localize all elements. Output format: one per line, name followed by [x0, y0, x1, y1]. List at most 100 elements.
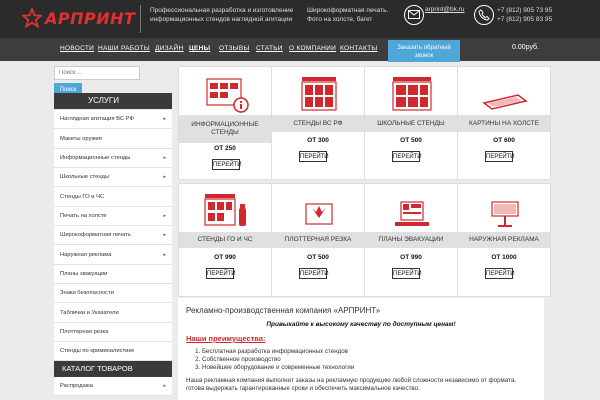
goto-button[interactable]: ПЕРЕЙТИ	[212, 159, 242, 170]
nav-item-news[interactable]: НОВОСТИ	[60, 45, 94, 52]
menu-item-label: Широкоформатная печать	[60, 232, 131, 239]
sidebar-item-weapon-models[interactable]: Макеты оружия	[54, 129, 172, 149]
menu-item-label: Печать на холсте	[60, 212, 107, 219]
menu-item-label: Макеты оружия	[60, 135, 102, 142]
services-header: УСЛУГИ	[54, 93, 172, 109]
goto-button[interactable]: ПЕРЕЙТИ	[392, 151, 422, 162]
menu-item-label: Знаки безопасности	[60, 290, 114, 297]
product-price: ОТ 500	[307, 254, 329, 261]
goto-button[interactable]: ПЕРЕЙТИ	[299, 268, 329, 279]
advantage-item: Собственное производство	[202, 356, 536, 364]
school-stand-icon	[392, 77, 432, 111]
goto-button[interactable]: ПЕРЕЙТИ	[299, 151, 329, 162]
product-card[interactable]: СТЕНДЫ ГО И ЧС ОТ 990 ПЕРЕЙТИ	[178, 183, 272, 297]
menu-item-label: Наружная реклама	[60, 251, 112, 258]
product-price: ОТ 300	[307, 137, 329, 144]
product-title: ШКОЛЬНЫЕ СТЕНДЫ	[365, 115, 457, 132]
mail-icon	[404, 5, 424, 25]
email-link[interactable]: arprint@bk.ru	[425, 6, 464, 13]
sidebar-item-signs[interactable]: Таблички и Указатели	[54, 303, 172, 323]
sidebar-item-sale[interactable]: Распродажа ▸	[54, 377, 172, 397]
menu-item-label: Стенды по криминалистике	[60, 348, 135, 355]
product-card[interactable]: ПЛАНЫ ЭВАКУАЦИИ ОТ 990 ПЕРЕЙТИ	[364, 183, 458, 297]
callback-button[interactable]: Заказать обратный звонок	[388, 40, 460, 62]
sidebar-item-safety-signs[interactable]: Знаки безопасности	[54, 284, 172, 304]
product-title: ПЛОТТЕРНАЯ РЕЗКА	[272, 232, 364, 248]
product-card[interactable]: КАРТИНЫ НА ХОЛСТЕ ОТ 600 ПЕРЕЙТИ	[457, 66, 551, 180]
goto-button[interactable]: ПЕРЕЙТИ	[392, 268, 422, 279]
product-price: ОТ 1000	[491, 254, 517, 261]
product-card[interactable]: ШКОЛЬНЫЕ СТЕНДЫ ОТ 500 ПЕРЕЙТИ	[364, 66, 458, 180]
goto-button[interactable]: ПЕРЕЙТИ	[485, 151, 515, 162]
nav-item-works[interactable]: НАШИ РАБОТЫ	[98, 45, 150, 52]
nav-item-design[interactable]: ДИЗАЙН	[155, 45, 184, 52]
chevron-right-icon: ▸	[163, 116, 166, 123]
search-input[interactable]	[54, 66, 140, 80]
phone-number[interactable]: +7 (812) 905 73 95	[497, 6, 552, 15]
product-card[interactable]: ИНФОРМАЦИОННЫЕ СТЕНДЫ ОТ 250 ПЕРЕЙТИ	[178, 66, 272, 180]
sidebar-item-info-stands[interactable]: Информационные стенды ▸	[54, 149, 172, 169]
advantages-list: Бесплатная разработка информационных сте…	[186, 348, 536, 372]
sidebar-item-canvas-print[interactable]: Печать на холсте ▸	[54, 207, 172, 227]
chevron-right-icon: ▸	[163, 174, 166, 181]
sidebar-item-evacuation-plans[interactable]: Планы эвакуации	[54, 265, 172, 285]
advantage-item: Новейшее оборудование и современные техн…	[202, 364, 536, 372]
logo-text: АРПРИНТ	[45, 8, 136, 28]
sidebar-item-school-stands[interactable]: Школьные стенды ▸	[54, 168, 172, 188]
nav-item-about[interactable]: О КОМПАНИИ	[289, 45, 336, 52]
goto-button[interactable]: ПЕРЕЙТИ	[206, 268, 236, 279]
sidebar-item-wide-format[interactable]: Широкоформатная печать ▸	[54, 226, 172, 246]
menu-item-label: Таблички и Указатели	[60, 309, 119, 316]
plotter-icon	[305, 203, 333, 225]
nav-item-reviews[interactable]: ОТЗЫВЫ	[219, 45, 250, 52]
product-title: ИНФОРМАЦИОННЫЕ СТЕНДЫ	[179, 115, 271, 143]
outdoor-ad-icon	[491, 201, 519, 227]
menu-item-label: Распродажа	[60, 383, 93, 390]
company-description: Наша рекламная компания выполнит заказы …	[186, 377, 517, 392]
services-menu: Наглядная агитация ВС РФ ▸ Макеты оружия …	[54, 110, 172, 362]
sidebar-item-army-agitation[interactable]: Наглядная агитация ВС РФ ▸	[54, 110, 172, 130]
evacuation-plan-icon	[395, 201, 429, 226]
header-divider	[140, 5, 141, 33]
cart-total[interactable]: 0.00руб.	[512, 44, 539, 51]
product-price: ОТ 600	[493, 137, 515, 144]
menu-item-label: Информационные стенды	[60, 154, 131, 161]
product-price: ОТ 990	[400, 254, 422, 261]
catalog-header: КАТАЛОГ ТОВАРОВ	[54, 361, 172, 377]
nav-item-articles[interactable]: СТАТЬИ	[256, 45, 283, 52]
main-nav: НОВОСТИ НАШИ РАБОТЫ ДИЗАЙН ЦЕНЫ ОТЗЫВЫ С…	[0, 38, 600, 61]
sidebar-item-outdoor-ads[interactable]: Наружная реклама ▸	[54, 245, 172, 265]
sidebar-item-plotter-cutting[interactable]: Плоттерная резка	[54, 323, 172, 343]
chevron-right-icon: ▸	[163, 383, 166, 390]
goto-button[interactable]: ПЕРЕЙТИ	[485, 268, 515, 279]
chevron-right-icon: ▸	[163, 232, 166, 239]
logo[interactable]: АРПРИНТ	[22, 6, 140, 30]
top-header: АРПРИНТ Профессиональная разработка и из…	[0, 0, 600, 38]
product-price: ОТ 250	[214, 145, 236, 152]
military-stand-icon	[301, 77, 337, 111]
phone-icon	[474, 5, 494, 25]
chevron-right-icon: ▸	[163, 154, 166, 161]
product-title: КАРТИНЫ НА ХОЛСТЕ	[458, 115, 550, 132]
header-services: Широкоформатная печать. Фото на холсте, …	[307, 7, 389, 23]
star-icon	[22, 8, 42, 28]
product-title: ПЛАНЫ ЭВАКУАЦИИ	[365, 232, 457, 248]
header-tagline: Профессиональная разработка и изготовлен…	[150, 7, 294, 23]
menu-item-label: Стенды ГО и ЧС	[60, 193, 105, 200]
menu-item-label: Наглядная агитация ВС РФ	[60, 116, 134, 123]
product-card[interactable]: СТЕНДЫ ВС РФ ОТ 300 ПЕРЕЙТИ	[271, 66, 365, 180]
civil-defense-icon	[204, 194, 246, 226]
company-slogan: Привыкайте к высокому качеству по доступ…	[266, 321, 456, 328]
nav-item-prices[interactable]: ЦЕНЫ	[189, 45, 210, 52]
nav-item-contacts[interactable]: КОНТАКТЫ	[340, 45, 377, 52]
product-card[interactable]: ПЛОТТЕРНАЯ РЕЗКА ОТ 500 ПЕРЕЙТИ	[271, 183, 365, 297]
advantage-item: Бесплатная разработка информационных сте…	[202, 348, 536, 356]
sidebar-item-criminalistics[interactable]: Стенды по криминалистике	[54, 342, 172, 362]
phone-number[interactable]: +7 (812) 905 83 95	[497, 15, 552, 24]
catalog-menu: Распродажа ▸	[54, 377, 172, 397]
product-title: СТЕНДЫ ВС РФ	[272, 115, 364, 132]
chevron-right-icon: ▸	[163, 251, 166, 258]
product-card[interactable]: НАРУЖНАЯ РЕКЛАМА ОТ 1000 ПЕРЕЙТИ	[457, 183, 551, 297]
sidebar-item-civil-defense[interactable]: Стенды ГО и ЧС	[54, 187, 172, 207]
menu-item-label: Плоттерная резка	[60, 328, 109, 335]
